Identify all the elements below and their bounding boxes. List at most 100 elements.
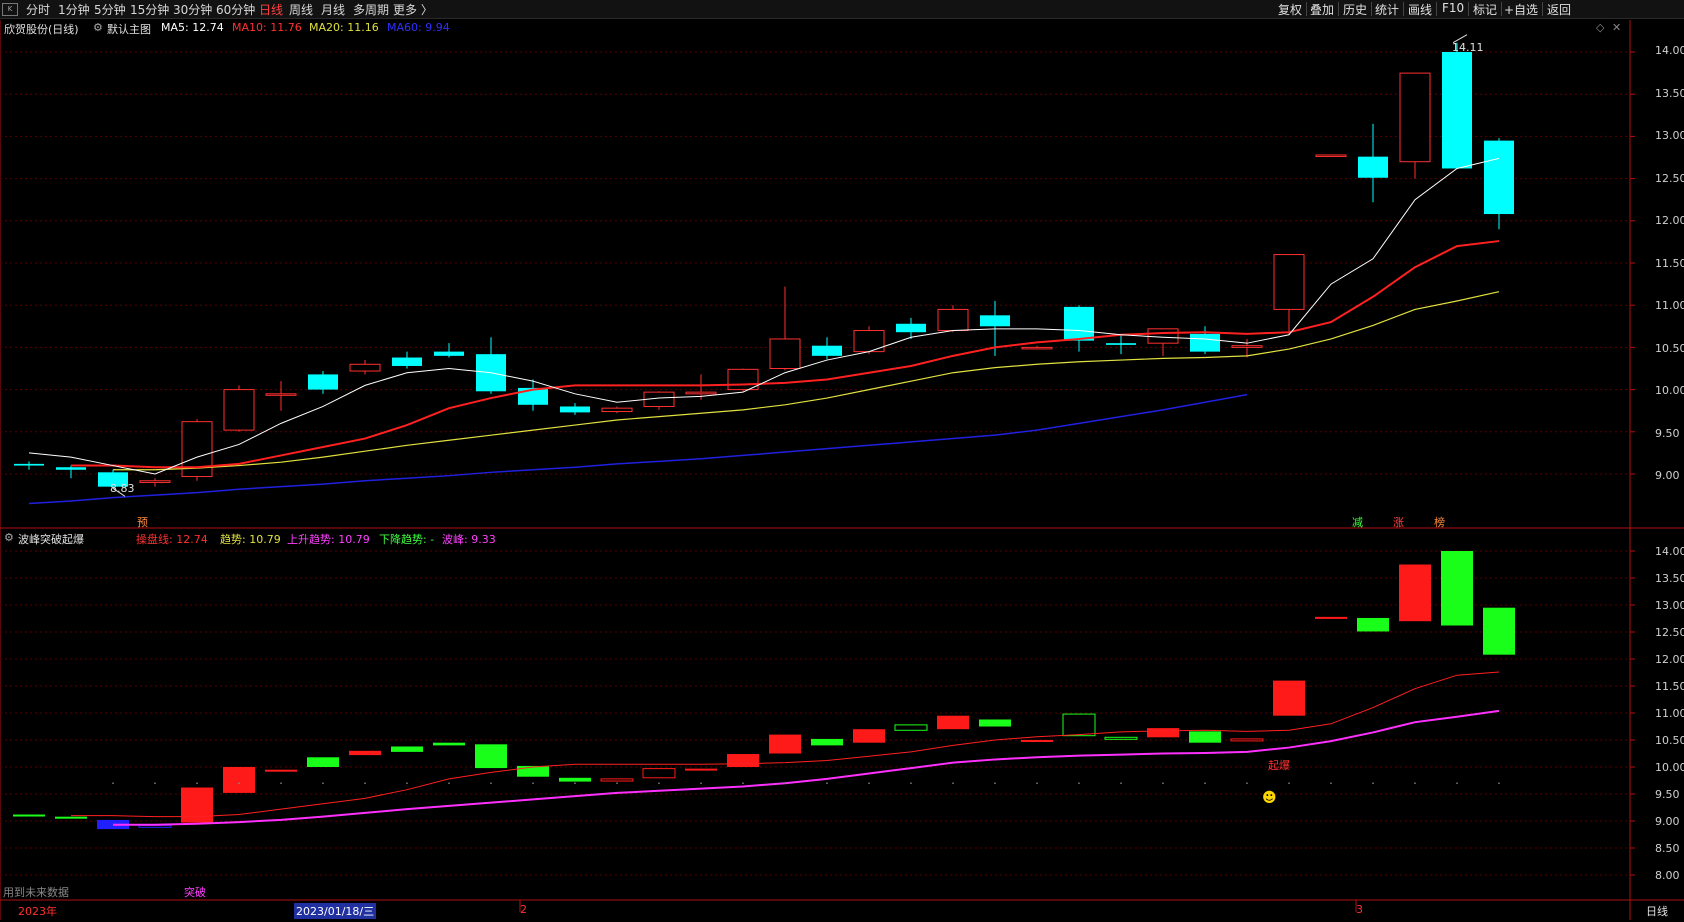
qibao-label: 起爆: [1268, 759, 1290, 772]
indicator-wave-value: 波峰: 9.33: [442, 533, 496, 546]
wave-dot: [112, 782, 114, 784]
wave-dot: [1162, 782, 1164, 784]
candle-body: [14, 463, 44, 466]
stock-title: 欣贺股份(日线): [4, 23, 79, 36]
indicator-bar: [685, 768, 717, 771]
indicator-up-value: 上升趋势: 10.79: [287, 533, 370, 546]
xaxis-month-2: 2: [520, 903, 527, 916]
wave-dot: [406, 782, 408, 784]
xaxis-month-3: 3: [1356, 903, 1363, 916]
wave-dot: [1414, 782, 1416, 784]
indicator-bar: [979, 719, 1011, 727]
xaxis-cursor-date: 2023/01/18/三: [294, 903, 377, 919]
diamond-icon[interactable]: ◇: [1596, 21, 1604, 34]
candle-body: [1231, 345, 1263, 348]
indicator-bar: [1357, 617, 1389, 632]
candle-body: [1273, 254, 1305, 310]
ma5-value: MA5: 12.74: [161, 21, 224, 34]
wave-dot: [322, 782, 324, 784]
wave-dot: [364, 782, 366, 784]
candle-body: [560, 406, 590, 413]
sub-settings-gear-icon[interactable]: ⚙: [4, 531, 14, 544]
yaxis-tick: 11.50: [1655, 680, 1684, 693]
indicator-bar: [1273, 680, 1305, 716]
ma20-value: MA20: 11.16: [309, 21, 379, 34]
marker-zhang[interactable]: 涨: [1393, 514, 1404, 530]
marker-jian[interactable]: 减: [1352, 514, 1363, 530]
yaxis-tick: 9.00: [1655, 815, 1680, 828]
yaxis-tick: 9.50: [1655, 788, 1680, 801]
yaxis-tick: 10.00: [1655, 384, 1684, 397]
candle-body: [1442, 52, 1472, 169]
yaxis-tick: 11.50: [1655, 257, 1684, 270]
yaxis-tick: 13.00: [1655, 129, 1684, 142]
wave-dot: [1456, 782, 1458, 784]
wave-dot: [616, 782, 618, 784]
indicator-bar: [1147, 728, 1179, 738]
yaxis-tick: 9.00: [1655, 469, 1680, 482]
indicator-bar: [391, 746, 423, 752]
yaxis-tick: 9.50: [1655, 427, 1680, 440]
yaxis-tick: 10.50: [1655, 342, 1684, 355]
candle-body: [1315, 154, 1347, 157]
smiley-icon: ☻: [1262, 790, 1277, 806]
yaxis-tick: 10.50: [1655, 734, 1684, 747]
indicator-bar: [181, 787, 213, 823]
indicator-bar: [517, 765, 549, 777]
indicator-bar: [1189, 731, 1221, 743]
indicator-title[interactable]: 波峰突破起爆: [18, 531, 84, 547]
candle-body: [1484, 140, 1514, 215]
indicator-bar: [1062, 713, 1096, 737]
candle-body: [265, 393, 297, 396]
marker-bang[interactable]: 榜: [1434, 514, 1445, 530]
yaxis-tick: 11.00: [1655, 707, 1684, 720]
indicator-bar: [1399, 564, 1431, 622]
yaxis-tick: 12.50: [1655, 172, 1684, 185]
wave-dot: [658, 782, 660, 784]
template-selector[interactable]: 默认主图: [107, 21, 151, 37]
wave-dot: [910, 782, 912, 784]
marker-yu[interactable]: 预: [137, 514, 148, 530]
wave-dot: [532, 782, 534, 784]
candle-body: [896, 323, 926, 333]
wave-dot: [1372, 782, 1374, 784]
candle-body: [1358, 156, 1388, 178]
indicator-pan-value: 操盘线: 12.74: [136, 533, 208, 546]
wave-dot: [1246, 782, 1248, 784]
candle-body: [1021, 346, 1053, 350]
settings-gear-icon[interactable]: ⚙: [93, 21, 103, 34]
candle-body: [685, 391, 717, 395]
wave-dot: [1036, 782, 1038, 784]
yaxis-tick: 11.00: [1655, 299, 1684, 312]
wave-dot: [1078, 782, 1080, 784]
indicator-bar: [642, 768, 676, 779]
indicator-bar: [894, 724, 928, 731]
indicator-bar: [1315, 616, 1347, 619]
uptrend-line: [113, 709, 1500, 826]
yaxis-tick: 13.00: [1655, 599, 1684, 612]
xaxis-period-label: 日线: [1646, 905, 1668, 918]
candle-body: [308, 374, 338, 390]
wave-dot: [574, 782, 576, 784]
indicator-bar: [55, 816, 87, 819]
candle-body: [1147, 328, 1179, 344]
candle-body: [1106, 343, 1136, 345]
wave-dot: [448, 782, 450, 784]
wave-dot: [196, 782, 198, 784]
yaxis-tick: 13.50: [1655, 572, 1684, 585]
candle-body: [349, 363, 381, 372]
wave-dot: [1288, 782, 1290, 784]
yaxis-tick: 12.50: [1655, 626, 1684, 639]
yaxis-tick: 14.00: [1655, 44, 1684, 57]
wave-dot: [700, 782, 702, 784]
close-panel-icon[interactable]: ✕: [1612, 21, 1621, 34]
indicator-bar: [265, 769, 297, 772]
yaxis-tick: 12.00: [1655, 653, 1684, 666]
kline-chart[interactable]: [0, 0, 1684, 922]
yaxis-tick: 10.00: [1655, 761, 1684, 774]
indicator-bar: [1441, 551, 1473, 626]
ma10-value: MA10: 11.76: [232, 21, 302, 34]
indicator-bar: [1021, 740, 1053, 742]
wave-dot: [1498, 782, 1500, 784]
indicator-bar: [1230, 738, 1264, 742]
